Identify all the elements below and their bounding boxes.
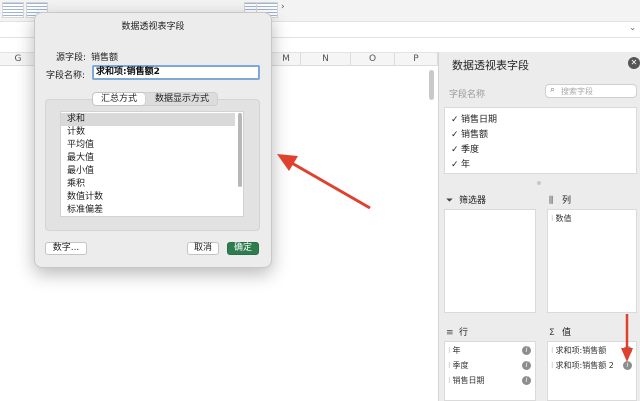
info-icon[interactable]: i [623, 361, 632, 370]
values-chip[interactable]: ⁝ 求和项:销售额 2 [551, 360, 614, 371]
list-item[interactable]: 数值计数 [61, 191, 235, 204]
drag-handle-icon: ⁝ [448, 376, 451, 385]
info-icon[interactable]: i [522, 376, 531, 385]
list-item[interactable]: 计数 [61, 126, 235, 139]
rows-header: ≡ 行 [446, 328, 469, 338]
field-settings-dialog: 数据透视表字段 源字段: 销售额 字段名称: 求和项:销售额2 汇总方式 数据显… [34, 12, 272, 268]
rows-chip[interactable]: ⁝ 年 [448, 345, 461, 356]
column-header[interactable]: G [0, 53, 37, 66]
filter-header: ⏷ 筛选器 [446, 196, 487, 206]
field-item[interactable]: ✓ 年 [451, 157, 470, 170]
values-area[interactable]: ⁝ 求和项:销售额 i ⁝ 求和项:销售额 2 i [547, 341, 637, 401]
search-icon: ⌕ [550, 85, 556, 95]
filter-area[interactable] [444, 209, 536, 313]
splitter-handle[interactable] [537, 181, 541, 185]
drag-handle-icon: ⁝ [551, 346, 554, 355]
search-placeholder: 搜索字段 [561, 87, 593, 96]
number-format-button[interactable]: 数字... [45, 242, 87, 255]
style-swatch[interactable] [2, 2, 24, 18]
ok-button[interactable]: 确定 [227, 242, 259, 255]
source-field-label: 源字段: [56, 53, 87, 63]
pane-title: 数据透视表字段 [452, 59, 529, 72]
columns-icon: ⫼ [549, 196, 554, 206]
info-icon[interactable]: i [522, 361, 531, 370]
list-item[interactable]: 最小值 [61, 165, 235, 178]
info-icon[interactable]: i [623, 346, 632, 355]
drag-handle-icon: ⁝ [551, 214, 554, 223]
field-item[interactable]: ✓ 季度 [451, 142, 479, 155]
checkmark-icon[interactable]: ✓ [451, 115, 461, 125]
list-item[interactable]: 求和 [61, 113, 235, 126]
rows-chip[interactable]: ⁝ 季度 [448, 360, 469, 371]
tab-show-values-as[interactable]: 数据显示方式 [147, 93, 217, 105]
pivot-field-pane: 数据透视表字段 ✕ 字段名称 ⌕ 搜索字段 ✓ 销售日期 ✓ 销售额 ✓ 季度 ✓ 年 … [438, 52, 640, 401]
field-item[interactable]: ✓ 销售额 [451, 127, 488, 140]
rows-chip[interactable]: ⁝ 销售日期 [448, 375, 485, 386]
search-input[interactable]: ⌕ 搜索字段 [545, 84, 637, 98]
values-header: Σ值 [549, 328, 572, 338]
field-name-header: 字段名称 [449, 90, 486, 100]
filter-icon: ⏷ [446, 196, 454, 206]
drag-handle-icon: ⁝ [551, 361, 554, 370]
source-field-value: 销售额 [91, 53, 119, 63]
column-header[interactable]: M [272, 53, 301, 66]
checkmark-icon[interactable]: ✓ [451, 160, 461, 170]
rows-icon: ≡ [446, 328, 454, 338]
checkmark-icon[interactable]: ✓ [451, 130, 461, 140]
field-item[interactable]: ✓ 销售日期 [451, 112, 497, 125]
rows-area[interactable]: ⁝ 年 i ⁝ 季度 i ⁝ 销售日期 i [444, 341, 536, 401]
list-item[interactable]: 标准偏差 [61, 204, 235, 216]
sigma-icon: Σ [549, 328, 555, 338]
columns-area[interactable]: ⁝ 数值 [547, 209, 637, 313]
close-icon[interactable]: ✕ [628, 57, 640, 69]
list-item[interactable]: 乘积 [61, 178, 235, 191]
checkmark-icon[interactable]: ✓ [451, 145, 461, 155]
field-name-input[interactable]: 求和项:销售额2 [92, 65, 260, 80]
values-chip[interactable]: ⁝ 求和项:销售额 [551, 345, 606, 356]
chevron-right-icon[interactable]: › [281, 2, 285, 12]
tab-summarize-by[interactable]: 汇总方式 [93, 93, 145, 105]
list-item[interactable]: 最大值 [61, 152, 235, 165]
column-header[interactable]: N [301, 53, 351, 66]
column-header[interactable]: O [351, 53, 395, 66]
chevron-down-icon[interactable]: ⌄ [629, 23, 636, 32]
vertical-scrollbar[interactable] [429, 70, 434, 100]
column-header[interactable]: P [395, 53, 438, 66]
dialog-tabs: 汇总方式 数据显示方式 [92, 92, 218, 106]
drag-handle-icon: ⁝ [448, 346, 451, 355]
columns-header: ⫼ 列 [549, 196, 572, 206]
field-name-label: 字段名称: [46, 71, 86, 81]
drag-handle-icon: ⁝ [448, 361, 451, 370]
cancel-button[interactable]: 取消 [187, 242, 219, 255]
summary-function-list: 求和 计数 平均值 最大值 最小值 乘积 数值计数 标准偏差 [60, 111, 244, 217]
info-icon[interactable]: i [522, 346, 531, 355]
list-scrollbar[interactable] [238, 113, 242, 187]
list-item[interactable]: 平均值 [61, 139, 235, 152]
field-list: ✓ 销售日期 ✓ 销售额 ✓ 季度 ✓ 年 [444, 107, 637, 174]
columns-chip[interactable]: ⁝ 数值 [551, 213, 572, 224]
dialog-title: 数据透视表字段 [121, 22, 185, 32]
